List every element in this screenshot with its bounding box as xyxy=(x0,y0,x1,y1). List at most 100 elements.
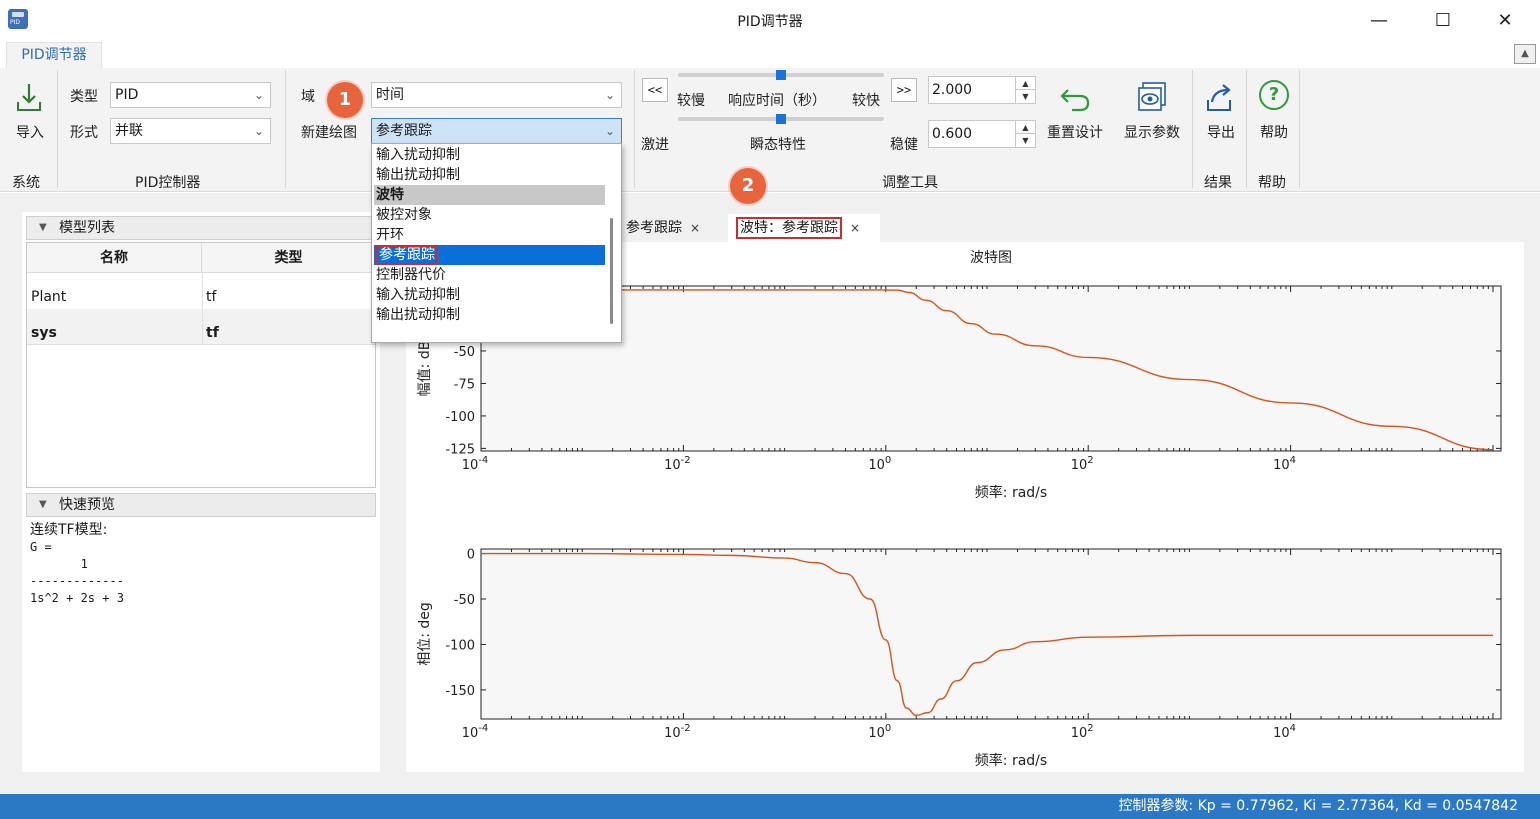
type-combo[interactable]: PID ⌄ xyxy=(110,82,271,108)
dropdown-item-controller-effort[interactable]: 控制器代价 xyxy=(374,265,605,285)
new-plot-combo[interactable]: 参考跟踪 ⌄ xyxy=(371,118,622,144)
close-icon[interactable]: × xyxy=(690,221,700,235)
help-button[interactable]: 帮助 xyxy=(1254,122,1294,142)
transient-slider-thumb[interactable] xyxy=(776,114,786,124)
column-header-name[interactable]: 名称 xyxy=(27,243,202,273)
show-params-button[interactable]: 显示参数 xyxy=(1118,122,1186,142)
tab-bode-reference-tracking[interactable]: 波特：参考跟踪 × xyxy=(728,214,880,242)
export-icon[interactable] xyxy=(1204,80,1238,114)
down-arrow-icon[interactable]: ▼ xyxy=(1016,90,1035,103)
table-row[interactable]: sys tf xyxy=(27,309,375,345)
new-plot-combo-value: 参考跟踪 xyxy=(376,123,432,139)
import-button[interactable]: 导入 xyxy=(10,122,50,142)
slower-label: 较慢 xyxy=(677,93,705,109)
type-combo-value: PID xyxy=(115,87,139,103)
type-label: 类型 xyxy=(70,89,98,105)
response-time-label: 响应时间（秒） xyxy=(728,93,826,109)
import-icon[interactable] xyxy=(12,80,46,114)
collapse-ribbon-button[interactable]: ▲ xyxy=(1514,44,1536,64)
up-arrow-icon[interactable]: ▲ xyxy=(1016,121,1035,134)
response-time-slider-thumb[interactable] xyxy=(776,70,786,80)
y-axis-label: 幅值: dB xyxy=(417,341,433,397)
response-time-input[interactable]: 2.000 ▲ ▼ xyxy=(928,76,1036,104)
x-tick-label: 100 xyxy=(868,455,891,473)
quick-preview-header[interactable]: ▼ 快速预览 xyxy=(26,493,376,517)
y-tick-label: -100 xyxy=(445,638,475,653)
transient-stepper[interactable]: ▲ ▼ xyxy=(1015,121,1035,147)
minimize-button[interactable]: — xyxy=(1356,0,1402,40)
preview-line: G = xyxy=(30,540,52,554)
model-list-header[interactable]: ▼ 模型列表 xyxy=(26,216,376,240)
y-tick-label: -150 xyxy=(445,684,475,699)
x-tick-label: 102 xyxy=(1071,723,1094,741)
separator xyxy=(634,70,635,188)
y-tick-label: -125 xyxy=(445,442,475,457)
group-label-pid: PID控制器 xyxy=(135,175,201,191)
down-arrow-icon[interactable]: ▼ xyxy=(1016,134,1035,147)
dropdown-item-output-disturbance[interactable]: 输出扰动抑制 xyxy=(374,165,605,185)
tab-label: 参考跟踪 xyxy=(626,220,682,236)
model-table: 名称 类型 Plant tf sys tf xyxy=(26,242,376,488)
status-bar: 控制器参数: Kp = 0.77962, Ki = 2.77364, Kd = … xyxy=(0,794,1540,819)
collapse-triangle-icon[interactable]: ▼ xyxy=(39,217,47,239)
annotation-badge-1: 1 xyxy=(327,82,363,118)
x-tick-label: 104 xyxy=(1273,723,1296,741)
aggressive-label: 激进 xyxy=(641,137,669,153)
x-tick-label: 102 xyxy=(1071,455,1094,473)
collapse-triangle-icon[interactable]: ▼ xyxy=(39,494,47,516)
close-icon[interactable]: × xyxy=(850,221,860,235)
dropdown-scrollbar[interactable] xyxy=(610,218,613,324)
window-title: PID调节器 xyxy=(737,14,803,30)
robust-label: 稳健 xyxy=(890,137,918,153)
controller-params-text: 控制器参数: Kp = 0.77962, Ki = 2.77364, Kd = … xyxy=(1118,798,1518,814)
dropdown-item-input-disturbance-2[interactable]: 输入扰动抑制 xyxy=(374,285,605,305)
x-tick-label: 10-2 xyxy=(664,723,691,741)
close-button[interactable]: ✕ xyxy=(1482,0,1528,40)
form-label: 形式 xyxy=(70,125,98,141)
new-plot-dropdown-list[interactable]: 输入扰动抑制 输出扰动抑制 波特 被控对象 开环 参考跟踪 控制器代价 输入扰动… xyxy=(371,143,622,343)
x-tick-label: 10-2 xyxy=(664,455,691,473)
show-params-icon[interactable] xyxy=(1135,80,1169,114)
chevron-down-icon: ⌄ xyxy=(253,124,264,138)
form-combo[interactable]: 并联 ⌄ xyxy=(110,118,271,144)
group-label-help: 帮助 xyxy=(1258,175,1286,191)
plot-area-2 xyxy=(480,548,1502,720)
y-tick-label: -50 xyxy=(454,345,475,360)
dropdown-item-plant[interactable]: 被控对象 xyxy=(374,205,605,225)
reset-icon[interactable] xyxy=(1058,80,1092,114)
faster-label: 较快 xyxy=(852,93,880,109)
preview-line: ------------- xyxy=(30,574,124,588)
slower-button[interactable]: << xyxy=(642,78,668,102)
dropdown-item-label: 参考跟踪 xyxy=(376,245,438,265)
group-label-results: 结果 xyxy=(1204,175,1232,191)
chart-title: 波特图 xyxy=(970,250,1012,266)
domain-combo-value: 时间 xyxy=(376,87,404,103)
tab-label: 波特：参考跟踪 xyxy=(736,217,842,239)
y-tick-label: 0 xyxy=(467,548,475,563)
up-arrow-icon[interactable]: ▲ xyxy=(1016,77,1035,90)
transient-label: 瞬态特性 xyxy=(750,137,806,153)
domain-combo[interactable]: 时间 ⌄ xyxy=(371,82,622,108)
dropdown-item-reference-tracking[interactable]: 参考跟踪 xyxy=(374,245,605,265)
preview-line: 1 xyxy=(30,557,88,571)
ribbon-tab-pid[interactable]: PID调节器 xyxy=(6,42,102,68)
x-tick-label: 100 xyxy=(868,723,891,741)
faster-button[interactable]: >> xyxy=(891,78,917,102)
y-tick-label: -75 xyxy=(454,377,475,392)
dropdown-item-output-disturbance-2[interactable]: 输出扰动抑制 xyxy=(374,305,605,325)
dropdown-item-open-loop[interactable]: 开环 xyxy=(374,225,605,245)
group-label-tuning: 调整工具 xyxy=(882,175,938,191)
x-axis-label: 频率: rad/s xyxy=(975,752,1047,769)
export-button[interactable]: 导出 xyxy=(1201,122,1241,142)
transient-input[interactable]: 0.600 ▲ ▼ xyxy=(928,120,1036,148)
response-time-stepper[interactable]: ▲ ▼ xyxy=(1015,77,1035,103)
x-tick-label: 10-4 xyxy=(462,723,489,741)
chevron-down-icon: ⌄ xyxy=(253,88,264,102)
dropdown-item-input-disturbance[interactable]: 输入扰动抑制 xyxy=(374,145,605,165)
help-icon[interactable]: ? xyxy=(1259,80,1289,110)
maximize-button[interactable]: ☐ xyxy=(1420,0,1466,40)
column-header-type[interactable]: 类型 xyxy=(202,243,375,273)
quick-preview-title: 快速预览 xyxy=(59,497,115,513)
tab-reference-tracking[interactable]: 参考跟踪 × xyxy=(618,214,722,242)
reset-design-button[interactable]: 重置设计 xyxy=(1042,122,1108,142)
